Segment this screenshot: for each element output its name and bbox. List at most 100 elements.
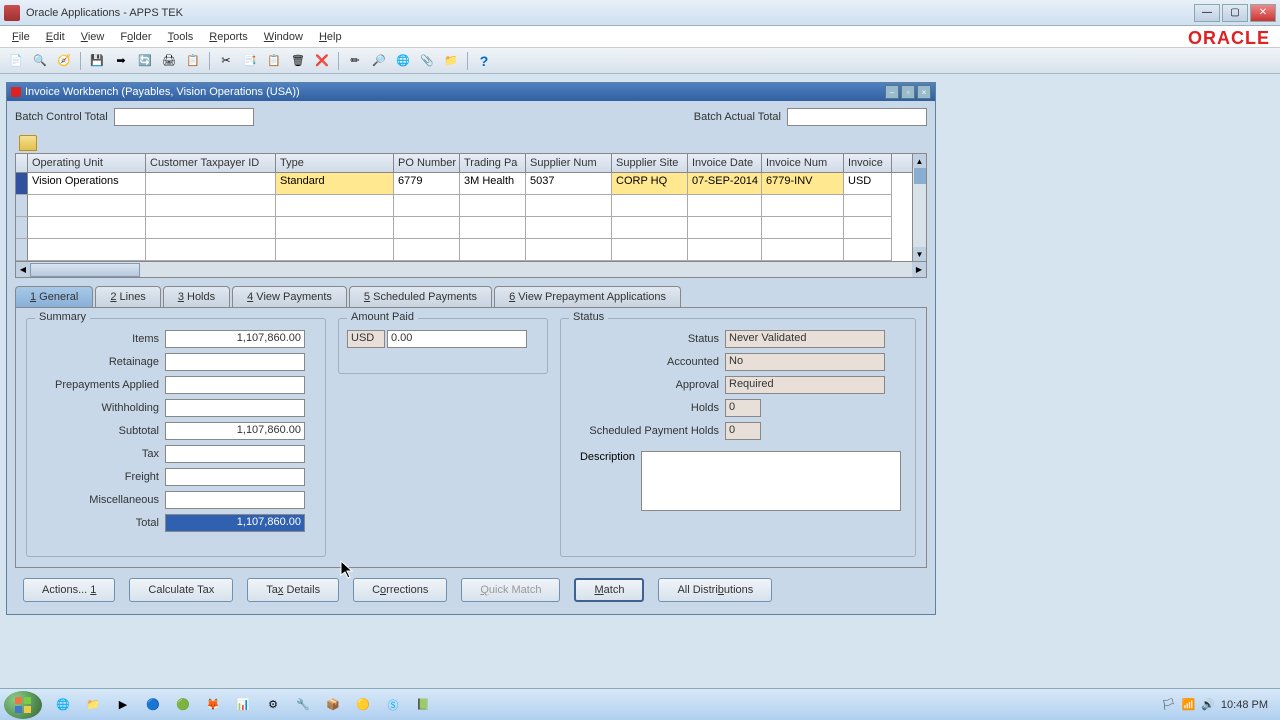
print-icon[interactable]: 🖨: [159, 51, 179, 71]
copy-icon[interactable]: 📑: [240, 51, 260, 71]
tab-lines[interactable]: 2 Lines: [95, 286, 160, 307]
menu-window[interactable]: Window: [256, 29, 311, 45]
table-cell[interactable]: [762, 217, 844, 239]
table-cell[interactable]: 3M Health: [460, 173, 526, 195]
table-cell[interactable]: CORP HQ: [612, 173, 688, 195]
scroll-down-icon[interactable]: ▼: [913, 247, 926, 261]
grid-vertical-scrollbar[interactable]: ▲ ▼: [912, 154, 926, 261]
app-icon-7[interactable]: 📗: [410, 692, 436, 718]
table-cell[interactable]: 07-SEP-2014: [688, 173, 762, 195]
column-header[interactable]: Invoice: [844, 154, 892, 172]
app-icon-2[interactable]: 📊: [230, 692, 256, 718]
table-cell[interactable]: USD: [844, 173, 892, 195]
tab-holds[interactable]: 3 Holds: [163, 286, 230, 307]
app-icon-4[interactable]: 🔧: [290, 692, 316, 718]
menu-edit[interactable]: Edit: [38, 29, 73, 45]
column-header[interactable]: Invoice Num: [762, 154, 844, 172]
table-cell[interactable]: [276, 239, 394, 261]
ie-icon[interactable]: 🌐: [50, 692, 76, 718]
table-cell[interactable]: [762, 195, 844, 217]
inner-close-button[interactable]: ×: [917, 85, 931, 99]
tray-time[interactable]: 10:48 PM: [1221, 699, 1268, 711]
start-button[interactable]: [4, 691, 42, 719]
table-cell[interactable]: [688, 217, 762, 239]
corrections-button[interactable]: Corrections: [353, 578, 447, 602]
scroll-up-icon[interactable]: ▲: [913, 154, 926, 168]
table-cell[interactable]: [394, 239, 460, 261]
table-cell[interactable]: [146, 239, 276, 261]
table-cell[interactable]: [28, 195, 146, 217]
table-cell[interactable]: [276, 217, 394, 239]
table-cell[interactable]: [394, 195, 460, 217]
menu-reports[interactable]: Reports: [201, 29, 256, 45]
column-header[interactable]: Trading Pa: [460, 154, 526, 172]
app-icon-5[interactable]: 📦: [320, 692, 346, 718]
match-button[interactable]: Match: [574, 578, 644, 602]
close-form-icon[interactable]: 📋: [183, 51, 203, 71]
table-cell[interactable]: [612, 239, 688, 261]
save-icon[interactable]: 💾: [87, 51, 107, 71]
grid-horizontal-scrollbar[interactable]: ◀ ▶: [16, 261, 926, 277]
table-cell[interactable]: [28, 239, 146, 261]
column-header[interactable]: Supplier Site: [612, 154, 688, 172]
maximize-button[interactable]: ▢: [1222, 4, 1248, 22]
column-header[interactable]: PO Number: [394, 154, 460, 172]
app-icon-3[interactable]: ⚙: [260, 692, 286, 718]
help-icon[interactable]: ?: [474, 51, 494, 71]
table-cell[interactable]: [612, 217, 688, 239]
nav-icon[interactable]: 🧭: [54, 51, 74, 71]
tray-flag-icon[interactable]: 🏳: [1162, 698, 1176, 711]
batch-control-total-field[interactable]: [114, 108, 254, 126]
table-row[interactable]: Vision OperationsStandard67793M Health50…: [16, 173, 926, 195]
new-icon[interactable]: 📄: [6, 51, 26, 71]
table-cell[interactable]: [460, 217, 526, 239]
table-cell[interactable]: Vision Operations: [28, 173, 146, 195]
table-cell[interactable]: [460, 239, 526, 261]
table-cell[interactable]: 5037: [526, 173, 612, 195]
table-cell[interactable]: [688, 195, 762, 217]
table-cell[interactable]: [276, 195, 394, 217]
batch-actual-total-field[interactable]: [787, 108, 927, 126]
attach-icon[interactable]: 📎: [417, 51, 437, 71]
table-cell[interactable]: [28, 217, 146, 239]
column-header[interactable]: Customer Taxpayer ID: [146, 154, 276, 172]
clear-icon[interactable]: 🗑: [288, 51, 308, 71]
table-row[interactable]: [16, 195, 926, 217]
edit-icon[interactable]: ✏: [345, 51, 365, 71]
menu-help[interactable]: Help: [311, 29, 350, 45]
menu-tools[interactable]: Tools: [160, 29, 202, 45]
description-field[interactable]: [641, 451, 901, 511]
explorer-icon[interactable]: 📁: [80, 692, 106, 718]
delete-icon[interactable]: ❌: [312, 51, 332, 71]
scroll-right-icon[interactable]: ▶: [912, 262, 926, 277]
table-row[interactable]: [16, 239, 926, 261]
table-cell[interactable]: [146, 195, 276, 217]
table-cell[interactable]: [612, 195, 688, 217]
inner-restore-button[interactable]: ▫: [901, 85, 915, 99]
translate-icon[interactable]: 🌐: [393, 51, 413, 71]
next-step-icon[interactable]: ➡: [111, 51, 131, 71]
chrome-icon[interactable]: 🔵: [140, 692, 166, 718]
column-header[interactable]: Type: [276, 154, 394, 172]
cut-icon[interactable]: ✂: [216, 51, 236, 71]
all-distributions-button[interactable]: All Distributions: [658, 578, 772, 602]
column-header[interactable]: Invoice Date: [688, 154, 762, 172]
skype-icon[interactable]: Ⓢ: [380, 692, 406, 718]
media-icon[interactable]: ▶: [110, 692, 136, 718]
switch-resp-icon[interactable]: 🔄: [135, 51, 155, 71]
table-cell[interactable]: Standard: [276, 173, 394, 195]
column-header[interactable]: Operating Unit: [28, 154, 146, 172]
close-button[interactable]: ✕: [1250, 4, 1276, 22]
menu-folder[interactable]: Folder: [112, 29, 159, 45]
tab-view-payments[interactable]: 4 View Payments: [232, 286, 347, 307]
inner-minimize-button[interactable]: –: [885, 85, 899, 99]
zoom-icon[interactable]: 🔎: [369, 51, 389, 71]
table-cell[interactable]: [526, 195, 612, 217]
tab-view-prepayment-applications[interactable]: 6 View Prepayment Applications: [494, 286, 681, 307]
column-header[interactable]: Supplier Num: [526, 154, 612, 172]
firefox-icon[interactable]: 🦊: [200, 692, 226, 718]
table-cell[interactable]: [762, 239, 844, 261]
table-cell[interactable]: [844, 239, 892, 261]
table-cell[interactable]: [526, 217, 612, 239]
tray-network-icon[interactable]: 📶: [1182, 698, 1196, 711]
